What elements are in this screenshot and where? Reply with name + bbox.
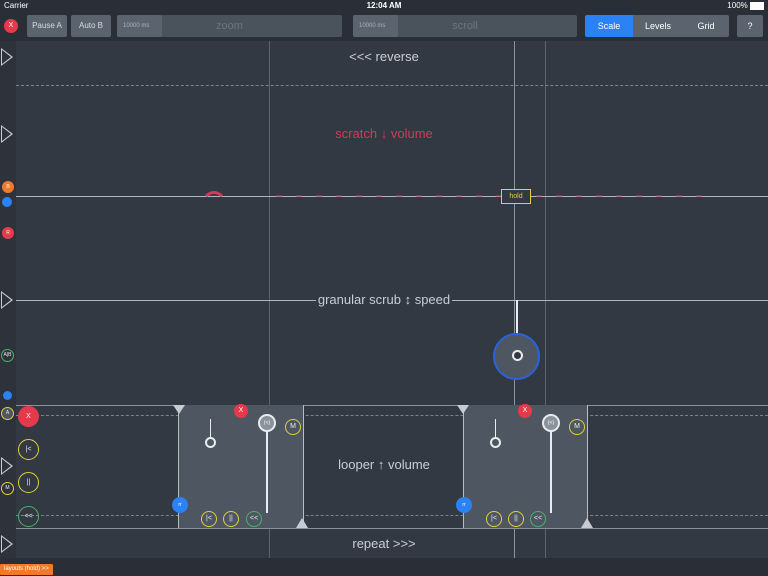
- r-toggle-button[interactable]: R: [2, 227, 14, 239]
- looper-1-mute-button[interactable]: M: [285, 419, 301, 435]
- scratch-waveform: [205, 191, 716, 198]
- lane-divider: [16, 415, 768, 416]
- looper-2-record-button[interactable]: rr: [456, 497, 472, 513]
- loop-end-marker-icon[interactable]: [296, 518, 308, 528]
- loop-start-marker-icon[interactable]: [457, 405, 469, 414]
- looper-prev-button[interactable]: |<: [18, 439, 39, 460]
- m-toggle-button[interactable]: M: [1, 482, 14, 495]
- lane-divider: [16, 85, 768, 86]
- looper-1-fader-knob[interactable]: [205, 437, 216, 448]
- bottom-bar: [0, 558, 768, 576]
- battery-label: 100%: [727, 1, 764, 10]
- zoom-label: zoom: [216, 20, 243, 32]
- lane-scratch-play-icon[interactable]: [1, 125, 13, 143]
- tab-grid[interactable]: Grid: [683, 15, 729, 37]
- close-button[interactable]: X: [4, 19, 18, 33]
- pause-a-button[interactable]: Pause A: [27, 15, 67, 37]
- granular-label: granular scrub ↕ speed: [315, 292, 453, 307]
- looper-2-rewind-button[interactable]: <<: [530, 511, 546, 527]
- toolbar: X Pause A Auto B 10000 ms zoom 10000 ms …: [0, 12, 768, 40]
- looper-close-button[interactable]: X: [18, 406, 39, 427]
- lane-reverse-play-icon[interactable]: [1, 48, 13, 66]
- clock: 12:04 AM: [366, 1, 402, 10]
- loop-start-marker-icon[interactable]: [173, 405, 185, 414]
- looper-2-close-button[interactable]: X: [518, 404, 532, 418]
- looper-pause-button[interactable]: ||: [18, 472, 39, 493]
- looper-rewind-button[interactable]: <<: [18, 506, 39, 527]
- repeat-label: repeat >>>: [352, 536, 416, 551]
- zoom-slider[interactable]: 10000 ms zoom: [117, 15, 342, 37]
- repeat-top-border: [16, 528, 768, 529]
- ab-toggle-button[interactable]: A|B: [1, 349, 14, 362]
- battery-icon: [750, 1, 764, 10]
- granular-info-button[interactable]: [3, 391, 12, 400]
- looper-1-close-button[interactable]: X: [234, 404, 248, 418]
- scratch-label: scratch ↓ volume: [335, 126, 433, 141]
- loop-end-marker-icon[interactable]: [581, 518, 593, 528]
- looper-2-fader-knob[interactable]: [490, 437, 501, 448]
- looper-label: looper ↑ volume: [338, 457, 430, 472]
- looper-1-prev-button[interactable]: |<: [201, 511, 217, 527]
- status-bar: Carrier 12:04 AM 100%: [0, 0, 768, 12]
- a-toggle-button[interactable]: A: [1, 407, 14, 420]
- looper-1-volume-knob[interactable]: (<): [258, 414, 276, 432]
- hold-marker[interactable]: hold: [501, 189, 531, 204]
- timeline-area[interactable]: <<< reverse scratch ↓ volume hold granul…: [16, 41, 768, 558]
- help-button[interactable]: ?: [737, 15, 763, 37]
- b-toggle-button[interactable]: B: [2, 181, 14, 193]
- looper-2-volume-stem: [550, 423, 552, 513]
- looper-2-fader-stem: [495, 419, 496, 439]
- looper-1-volume-stem: [266, 423, 268, 513]
- looper-2-mute-button[interactable]: M: [569, 419, 585, 435]
- looper-2-prev-button[interactable]: |<: [486, 511, 502, 527]
- looper-1-fader-stem: [210, 419, 211, 439]
- lane-divider: [16, 515, 768, 516]
- looper-1-pause-button[interactable]: ||: [223, 511, 239, 527]
- scroll-label: scroll: [452, 20, 478, 32]
- tab-levels[interactable]: Levels: [633, 15, 683, 37]
- lane-looper-play-icon[interactable]: [1, 457, 13, 475]
- tab-scale[interactable]: Scale: [585, 15, 633, 37]
- looper-1-record-button[interactable]: rr: [172, 497, 188, 513]
- scratch-info-button[interactable]: [2, 197, 12, 207]
- looper-2-pause-button[interactable]: ||: [508, 511, 524, 527]
- layouts-button[interactable]: layouts (hold) >>: [0, 564, 53, 575]
- lane-granular-play-icon[interactable]: [1, 291, 13, 309]
- auto-b-button[interactable]: Auto B: [71, 15, 111, 37]
- looper-top-border: [16, 405, 768, 406]
- granular-puck-center[interactable]: [512, 350, 523, 361]
- looper-1-rewind-button[interactable]: <<: [246, 511, 262, 527]
- lane-repeat-play-icon[interactable]: [1, 535, 13, 553]
- scroll-slider[interactable]: 10000 ms scroll: [353, 15, 577, 37]
- reverse-label: <<< reverse: [349, 49, 419, 64]
- looper-2-volume-knob[interactable]: (<): [542, 414, 560, 432]
